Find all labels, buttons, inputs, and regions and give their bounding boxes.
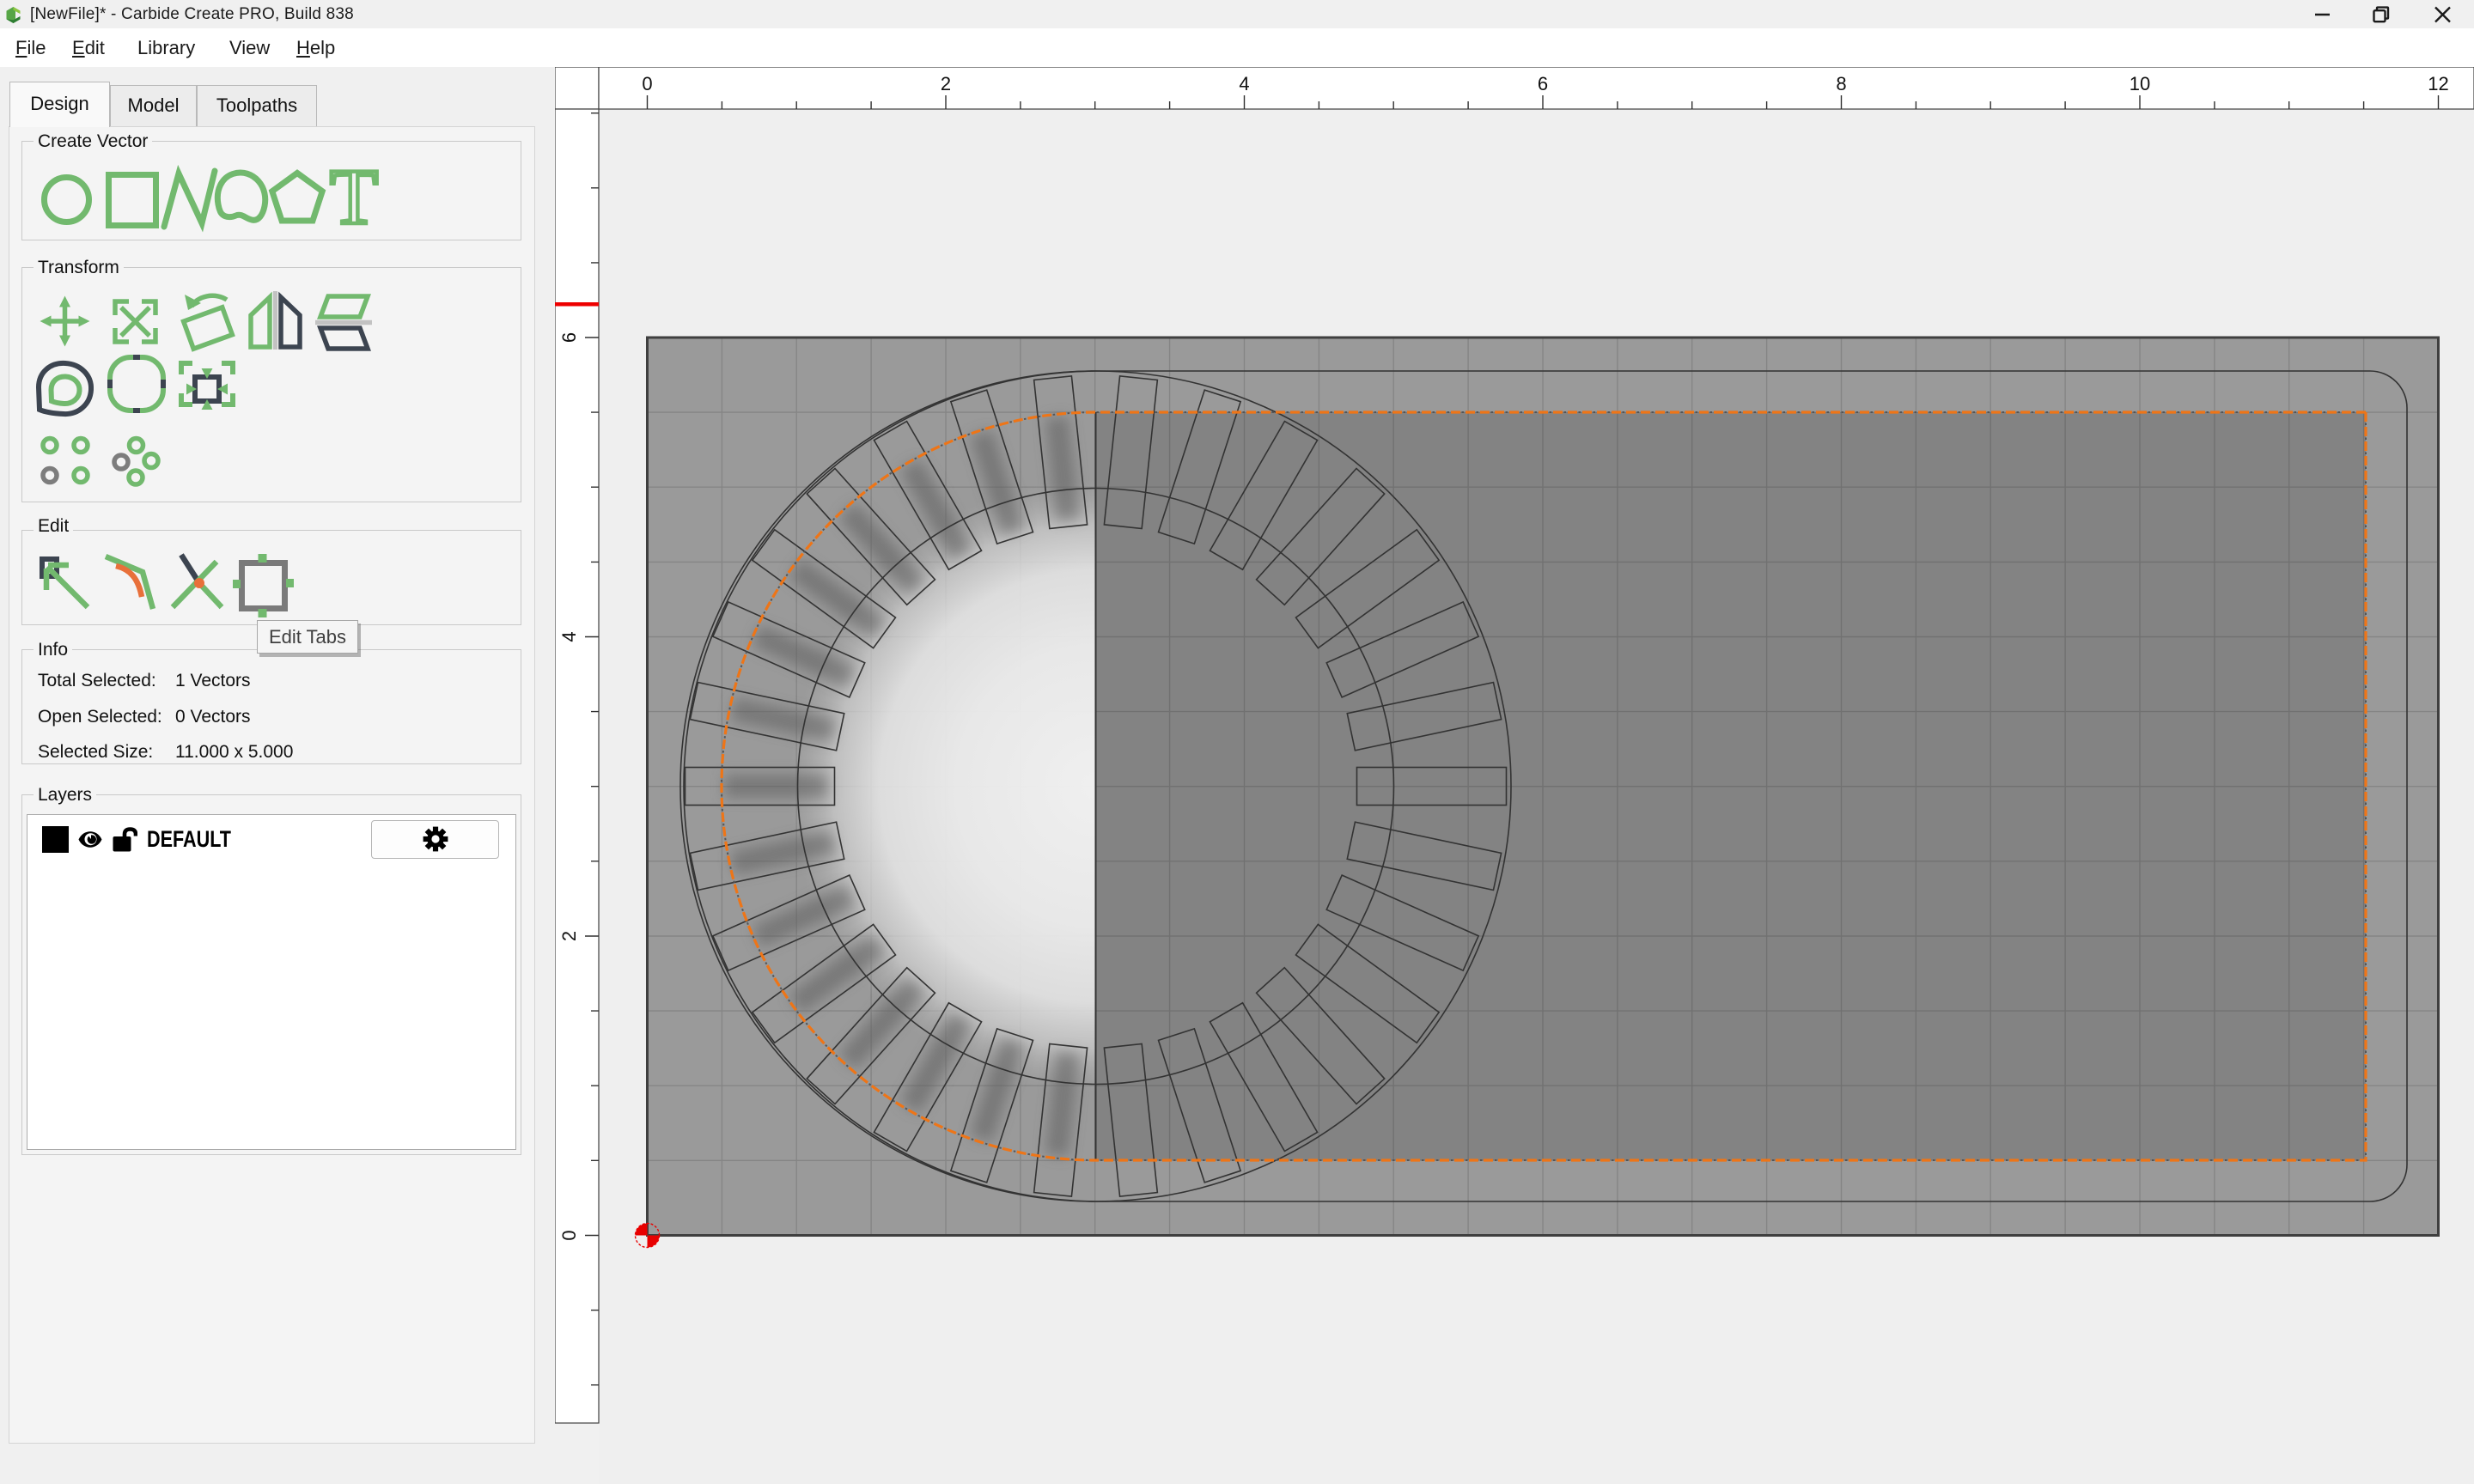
svg-text:T: T: [330, 153, 378, 240]
svg-text:0: 0: [642, 73, 652, 94]
svg-text:12: 12: [2428, 73, 2448, 94]
svg-text:8: 8: [1836, 73, 1846, 94]
svg-text:6: 6: [558, 332, 580, 343]
svg-text:10: 10: [2130, 73, 2150, 94]
svg-text:2: 2: [941, 73, 951, 94]
svg-text:4: 4: [1239, 73, 1249, 94]
svg-text:4: 4: [558, 631, 580, 642]
svg-text:0: 0: [558, 1230, 580, 1240]
svg-text:2: 2: [558, 931, 580, 941]
svg-text:6: 6: [1538, 73, 1548, 94]
